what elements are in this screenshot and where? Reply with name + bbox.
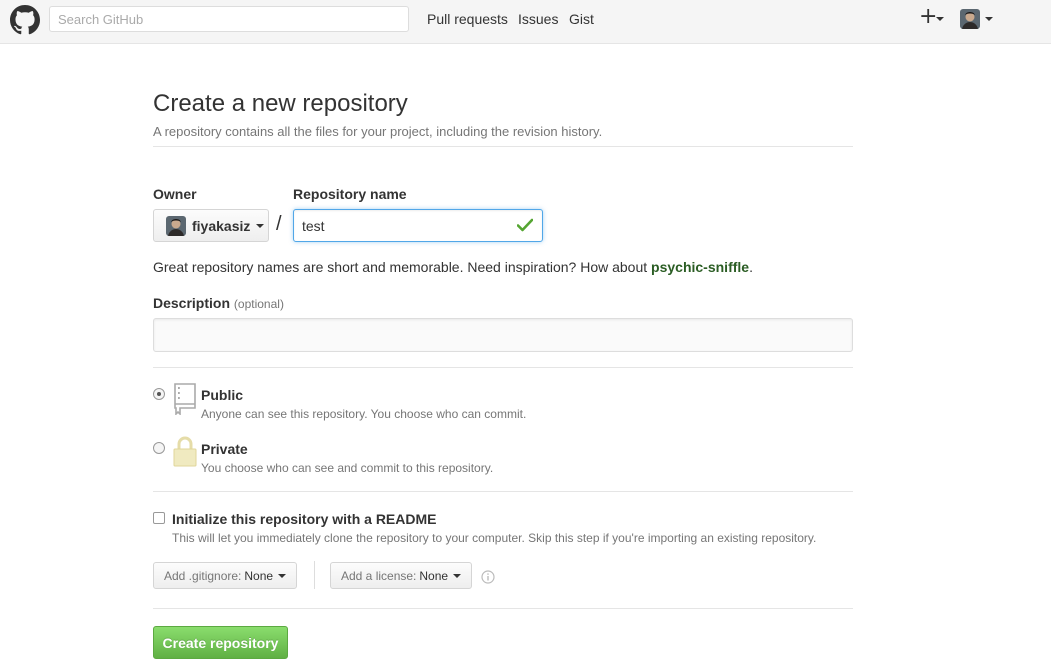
avatar-caret-down-icon[interactable] (985, 17, 993, 21)
private-radio[interactable] (153, 442, 165, 454)
gitignore-label: Add .gitignore: (164, 568, 242, 583)
description-input[interactable] (153, 318, 853, 352)
description-label: Description (optional) (153, 295, 284, 311)
divider (153, 367, 853, 368)
divider (153, 608, 853, 609)
info-icon[interactable] (481, 570, 495, 584)
readme-label[interactable]: Initialize this repository with a README (172, 511, 436, 527)
nav-gist[interactable]: Gist (569, 11, 594, 27)
repo-name-label: Repository name (293, 186, 407, 202)
description-label-text: Description (153, 295, 231, 311)
suggested-name-link[interactable]: psychic-sniffle (651, 259, 749, 275)
avatar-icon (960, 9, 980, 29)
create-repository-button[interactable]: Create repository (153, 626, 288, 659)
select-separator (314, 561, 315, 589)
checkmark-icon (517, 218, 533, 232)
lock-icon (173, 436, 197, 467)
license-label: Add a license: (341, 568, 417, 583)
public-option-title: Public (201, 387, 244, 403)
plus-caret-down-icon[interactable] (936, 17, 944, 21)
owner-avatar (166, 215, 186, 236)
page-title: Create a new repository (153, 90, 408, 117)
owner-repo-separator: / (276, 213, 282, 235)
readme-checkbox[interactable] (153, 512, 165, 524)
nav-issues[interactable]: Issues (518, 11, 558, 27)
license-caret-down-icon (453, 573, 462, 578)
gitignore-caret-down-icon (278, 573, 287, 578)
hint-period: . (749, 259, 753, 275)
owner-caret-down-icon (256, 223, 265, 228)
github-logo-icon[interactable] (10, 5, 40, 35)
public-radio[interactable] (153, 388, 165, 400)
site-header: Pull requests Issues Gist + (0, 0, 1051, 44)
page-subtitle: A repository contains all the files for … (153, 124, 603, 139)
gitignore-select-button[interactable]: Add .gitignore: None (153, 562, 298, 589)
gitignore-value: None (244, 568, 274, 583)
new-plus-icon[interactable]: + (919, 6, 937, 28)
public-option-note: Anyone can see this repository. You choo… (201, 407, 527, 421)
hint-text: Great repository names are short and mem… (153, 259, 652, 275)
name-suggestion-hint: Great repository names are short and mem… (153, 259, 753, 275)
readme-note: This will let you immediately clone the … (172, 531, 817, 545)
divider (153, 491, 853, 492)
owner-name: fiyakasiz (192, 217, 251, 234)
owner-select-button[interactable]: fiyakasiz (153, 209, 269, 242)
owner-label: Owner (153, 186, 197, 202)
repo-book-icon (174, 383, 196, 415)
private-option-title: Private (201, 441, 248, 457)
optional-tag: (optional) (233, 297, 284, 311)
repo-name-input[interactable] (293, 209, 543, 242)
nav-pull-requests[interactable]: Pull requests (427, 11, 508, 27)
divider (153, 146, 853, 147)
private-option-note: You choose who can see and commit to thi… (201, 461, 494, 475)
license-value: None (419, 568, 449, 583)
avatar-icon (166, 215, 186, 236)
license-select-button[interactable]: Add a license: None (330, 562, 473, 589)
user-avatar[interactable] (960, 9, 980, 29)
search-input[interactable] (49, 6, 409, 32)
